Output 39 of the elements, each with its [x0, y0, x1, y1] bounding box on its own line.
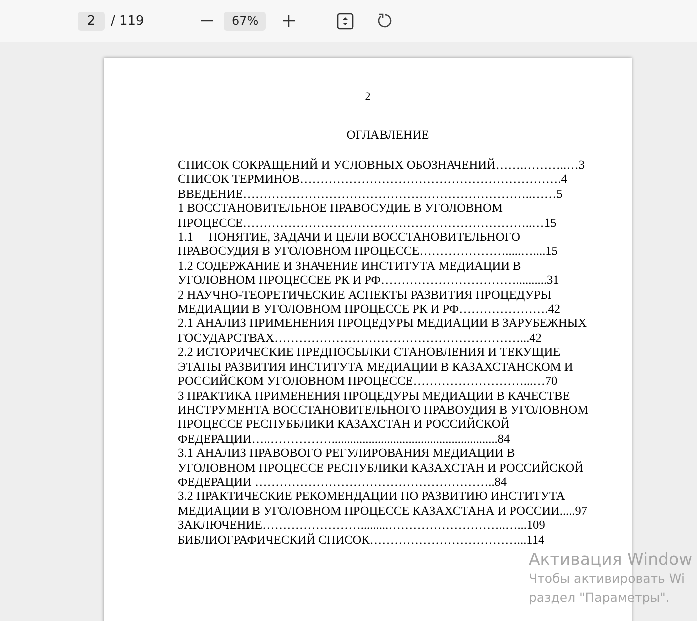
- toc-entry-line: 3.1 АНАЛИЗ ПРАВОВОГО РЕГУЛИРОВАНИЯ МЕДИАЦИИ В: [178, 446, 516, 461]
- toc-heading: ОГЛАВЛЕНИЕ: [346, 128, 430, 143]
- toc-entry-line: 3 ПРАКТИКА ПРИМЕНЕНИЯ ПРОЦЕДУРЫ МЕДИАЦИИ В КАЧЕСТВЕ: [178, 388, 570, 403]
- page-count: / 119: [111, 14, 144, 28]
- toc-entry-line: ФЕДЕРАЦИИ …………………………………………………..84: [178, 474, 508, 490]
- toc-entry-line: ПРАВОСУДИЯ В УГОЛОВНОМ ПРОЦЕССЕ………………….....…....15: [178, 244, 558, 259]
- toc-entry-line: ФЕДЕРАЦИИ…..……………......................................................84: [178, 432, 510, 446]
- toc-entry-line: ГОСУДАРСТВАХ……………………………………………………...42: [178, 330, 542, 346]
- toc-entry-line: ЗАКЛЮЧЕНИЕ…………………….........………………………..…...109: [178, 518, 546, 533]
- toc-entry-line: 1.2 СОДЕРЖАНИЕ И ЗНАЧЕНИЕ ИНСТИТУТА МЕДИАЦИИ В: [178, 258, 522, 274]
- toc-entry-line: СПИСОК СОКРАЩЕНИЙ И УСЛОВНЫХ ОБОЗНАЧЕНИЙ…….………..…3: [178, 158, 586, 172]
- zoom-level-field[interactable]: 67%: [224, 12, 266, 30]
- toc-entry-line: РОССИЙСКОМ УГОЛОВНОМ ПРОЦЕССЕ………………………...…70: [178, 374, 558, 388]
- toc-entry-line: 2.1 АНАЛИЗ ПРИМЕНЕНИЯ ПРОЦЕДУРЫ МЕДИАЦИИ В ЗАРУБЕЖНЫХ: [178, 316, 587, 331]
- toc-entry-line: УГОЛОВНОМ ПРОЦЕССЕЕ РК И РФ……………………………..........31: [178, 273, 560, 288]
- toc-entry-line: СПИСОК ТЕРМИНОВ……………………………………………………….4: [178, 172, 568, 187]
- toc-entry-line: ЭТАПЫ РАЗВИТИЯ ИНСТИТУТА МЕДИАЦИИ В КАЗАХСТАНСКОМ И: [178, 360, 574, 374]
- toc-entry-line: 2.2 ИСТОРИЧЕСКИЕ ПРЕДПОСЫЛКИ СТАНОВЛЕНИЯ И ТЕКУЩИЕ: [178, 345, 561, 360]
- plus-icon: [282, 14, 296, 28]
- toc-entry-line: 3.2 ПРАКТИЧЕСКИЕ РЕКОМЕНДАЦИИ ПО РАЗВИТИЮ ИНСТИТУТА: [178, 489, 566, 504]
- toc-entry-line: 2 НАУЧНО-ТЕОРЕТИЧЕСКИЕ АСПЕКТЫ РАЗВИТИЯ ПРОЦЕДУРЫ: [178, 288, 552, 302]
- activation-text: раздел "Параметры".: [529, 589, 671, 607]
- activation-text: Чтобы активировать Wi: [529, 570, 686, 588]
- toc-entry-line: 1.1 ПОНЯТИЕ, ЗАДАЧИ И ЦЕЛИ ВОССТАНОВИТЕЛЬНОГО: [178, 230, 520, 244]
- toc-entry-line: ПРОЦЕССЕ РЕСПУББЛИКИ КАЗАХСТАН И РОССИЙСКОЙ: [178, 417, 510, 432]
- toc-entry-line: МЕДИАЦИИ В УГОЛОВНОМ ПРОЦЕССЕ КАЗАХСТАНА И РОССИИ.....97: [178, 504, 588, 518]
- zoom-in-button[interactable]: [282, 14, 296, 28]
- rotate-icon[interactable]: [377, 13, 394, 29]
- toc-entry-line: 1 ВОССТАНОВИТЕЛЬНОЕ ПРАВОСУДИЕ В УГОЛОВНОМ: [178, 201, 503, 216]
- page-number: 2: [364, 91, 372, 103]
- activation-title: Активация Window: [529, 550, 693, 569]
- fit-page-icon[interactable]: [337, 12, 354, 30]
- toc-entry-line: МЕДИАЦИИ В УГОЛОВНОМ ПРОЦЕССЕ РК И РФ………………….42: [178, 302, 561, 316]
- page-number-field[interactable]: 2: [78, 12, 105, 30]
- toc-entry-line: БИБЛИОГРАФИЧЕСКИЙ СПИСОК………………………………...114: [178, 532, 545, 547]
- toc-entry-line: ИНСТРУМЕНТА ВОССТАНОВИТЕЛЬНОГО ПРАВОУДИЯ В УГОЛОВНОМ: [178, 402, 589, 418]
- toc-entry-line: ВВЕДЕНИЕ……………………………………………………………..……5: [178, 186, 563, 202]
- toc-entry-line: ПРОЦЕССЕ……………………………………………………………..…15: [178, 216, 557, 230]
- toc-entry-line: УГОЛОВНОМ ПРОЦЕССЕ РЕСПУБЛИКИ КАЗАХСТАН И РОССИЙСКОЙ: [178, 460, 584, 475]
